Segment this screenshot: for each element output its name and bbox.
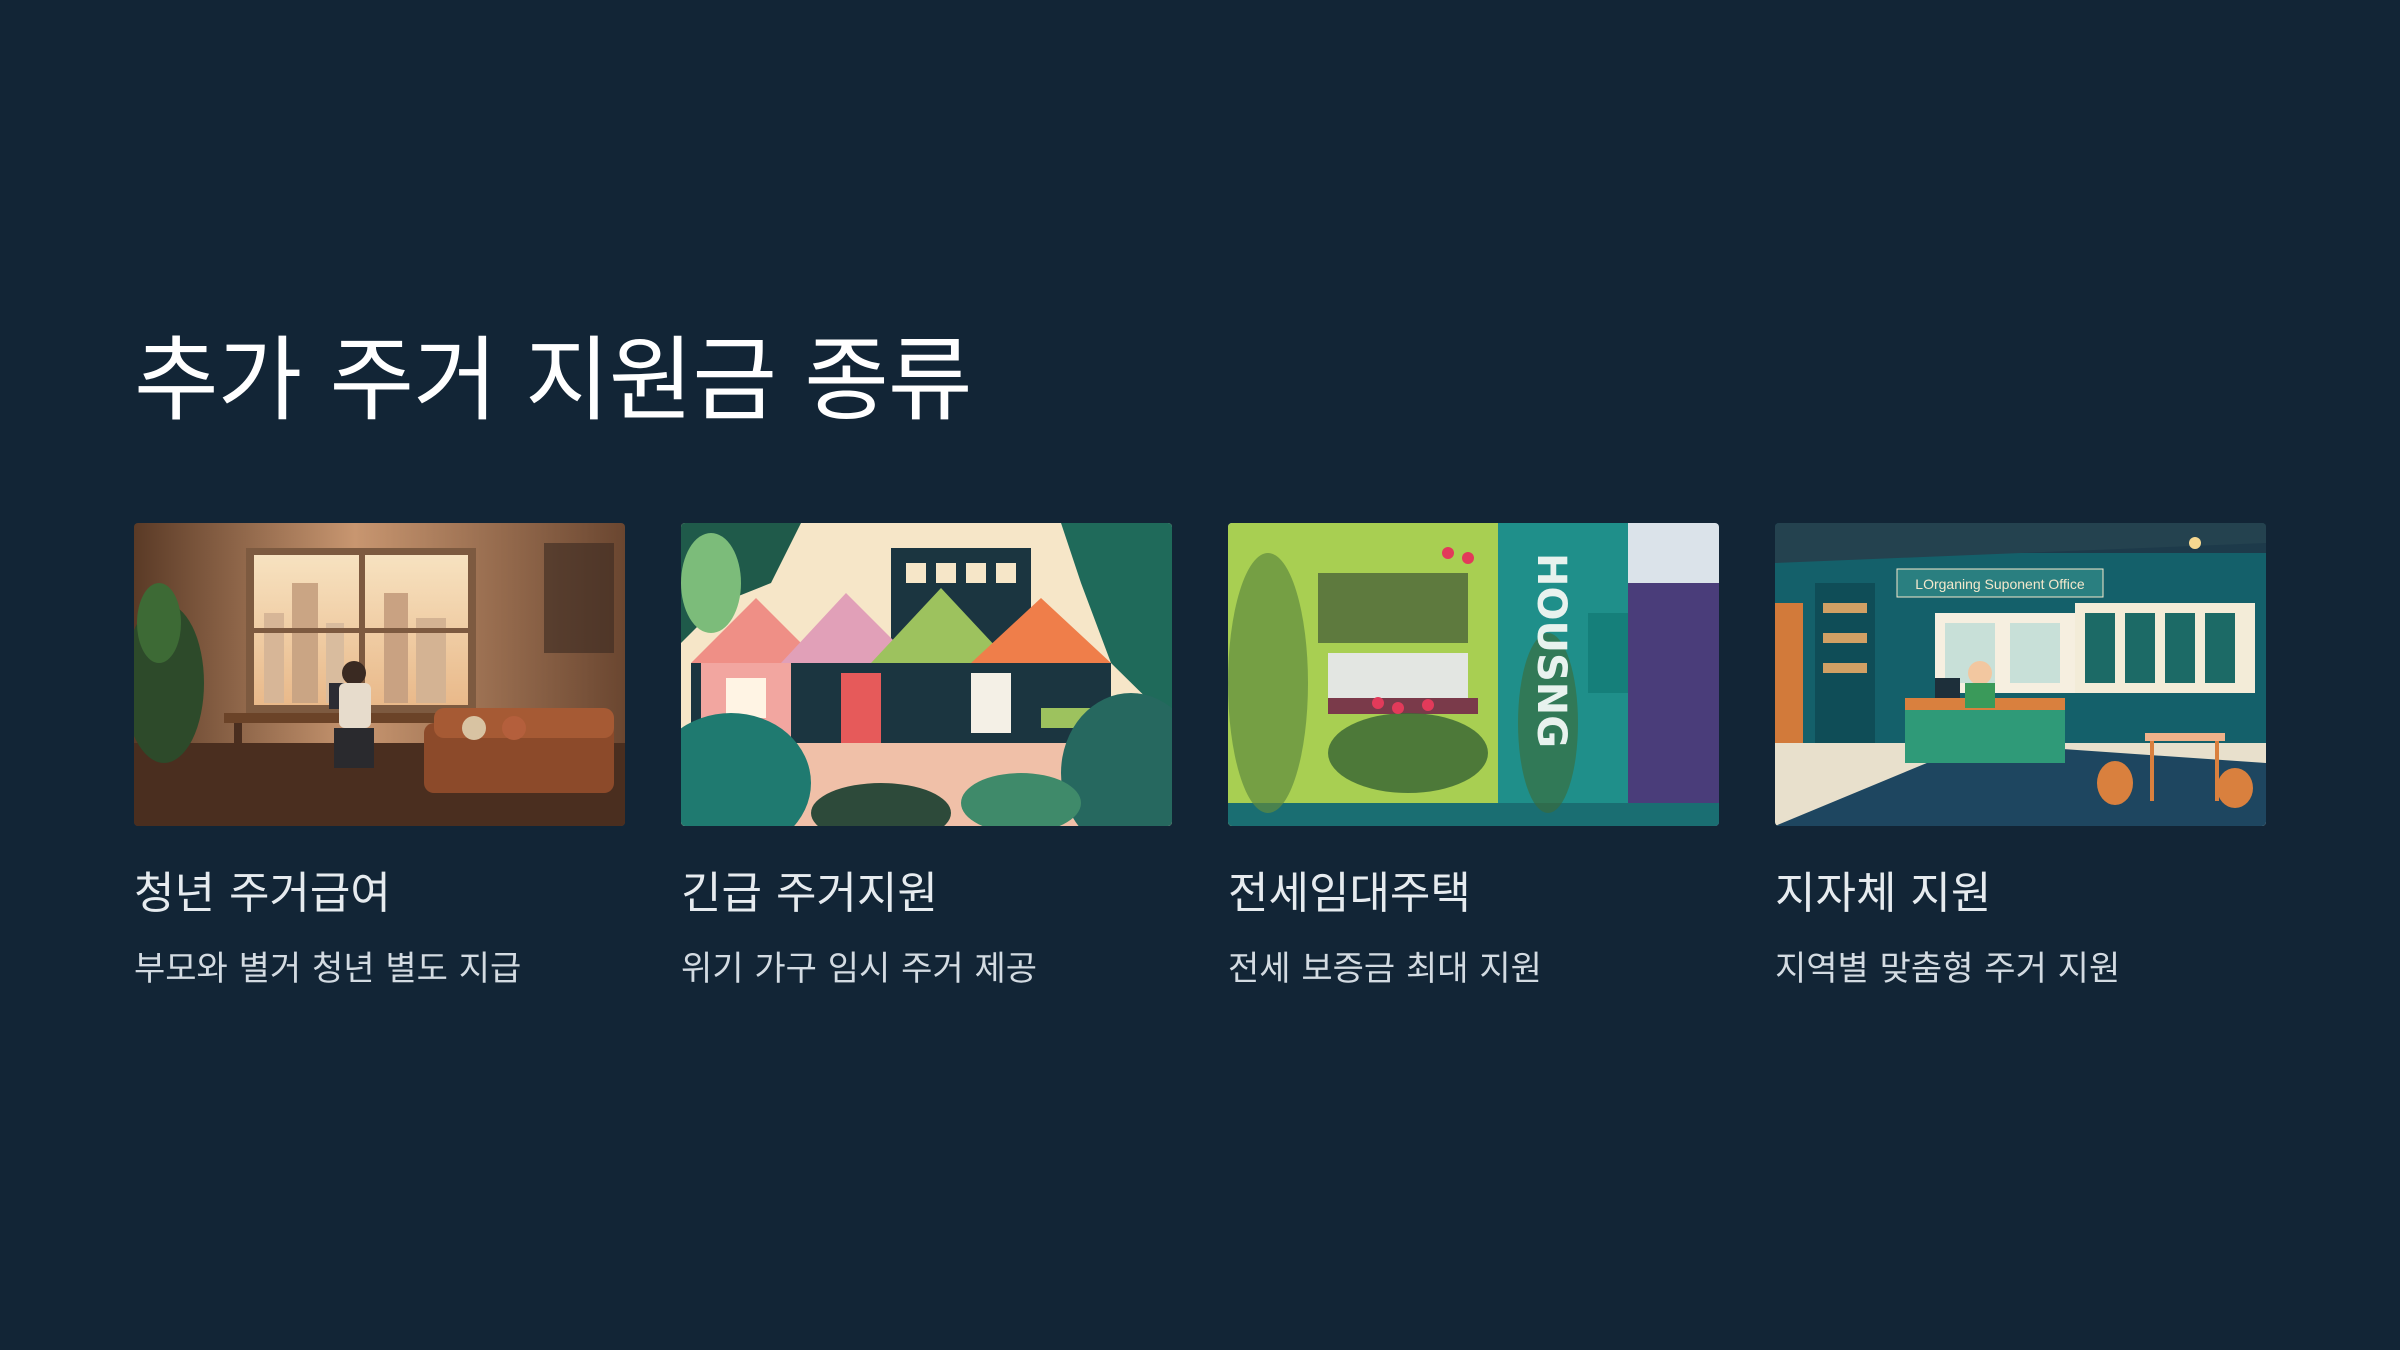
housing-sign: HOUSNG	[1528, 553, 1574, 748]
card-title: 전세임대주택	[1228, 868, 1471, 919]
housing-building-illustration-icon: HOUSNG	[1228, 523, 1719, 826]
tent-shelter-illustration-icon	[681, 523, 1172, 826]
office-illustration-icon: LOrganing Suponent Office	[1775, 523, 2266, 826]
card-description: 지역별 맞춤형 주거 지원	[1775, 948, 2121, 989]
card-local-government: LOrganing Suponent Office 지자체 지원 지역별 맞춤형…	[1775, 523, 2266, 991]
slide-title: 추가 주거 지원금 종류	[134, 327, 972, 434]
card-title: 지자체 지원	[1775, 868, 1992, 919]
slide: 추가 주거 지원금 종류 청년 주거급여 부모와 별거 청년 별도 지급 긴급 …	[0, 0, 2400, 1350]
card-description: 위기 가구 임시 주거 제공	[681, 948, 1038, 989]
office-sign: LOrganing Suponent Office	[1915, 576, 2085, 592]
room-illustration-icon	[134, 523, 625, 826]
card-title: 긴급 주거지원	[681, 868, 938, 919]
card-description: 전세 보증금 최대 지원	[1228, 948, 1542, 989]
card-description: 부모와 별거 청년 별도 지급	[134, 948, 522, 989]
card-jeonse-rental: HOUSNG 전세임대주택 전세 보증금 최대 지원	[1228, 523, 1719, 991]
card-emergency-housing: 긴급 주거지원 위기 가구 임시 주거 제공	[681, 523, 1172, 991]
card-youth-housing: 청년 주거급여 부모와 별거 청년 별도 지급	[134, 523, 625, 991]
card-title: 청년 주거급여	[134, 868, 391, 919]
